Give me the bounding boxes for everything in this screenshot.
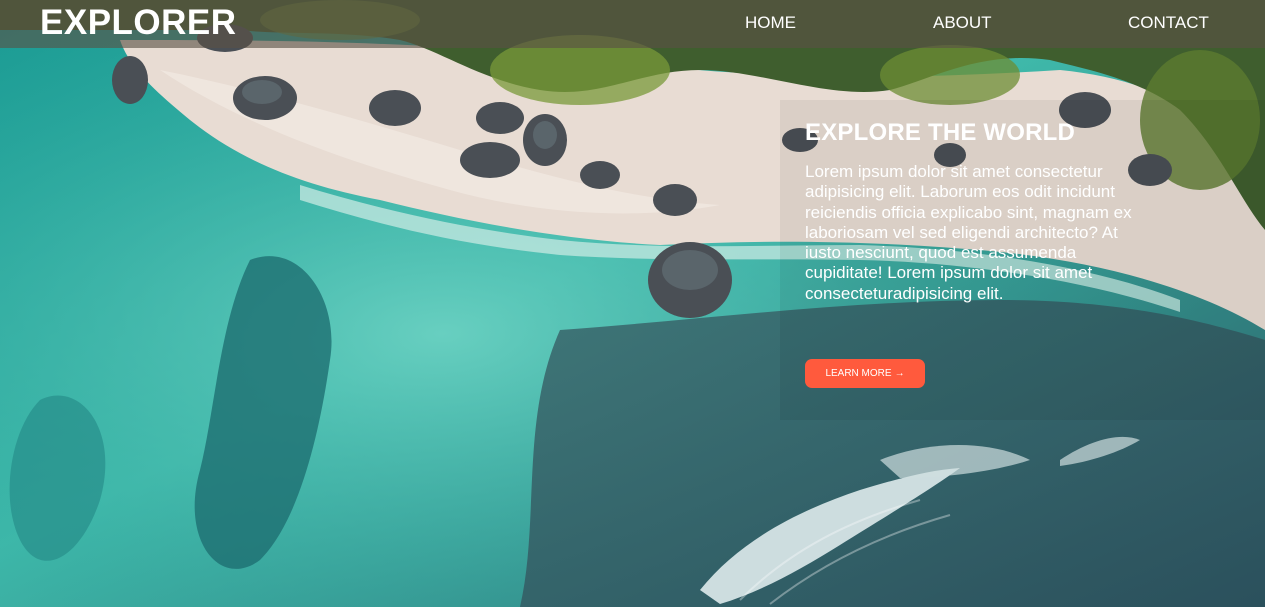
- learn-more-button[interactable]: LEARN MORE →: [805, 359, 925, 388]
- learn-more-label: LEARN MORE: [825, 368, 892, 379]
- nav-link-home[interactable]: HOME: [745, 13, 796, 33]
- hero-description: Lorem ipsum dolor sit amet consectetur a…: [805, 162, 1132, 303]
- hero-section: EXPLORER HOME ABOUT CONTACT EXPLORE THE …: [0, 0, 1265, 607]
- arrow-right-icon: →: [894, 368, 905, 379]
- hero-title: EXPLORE THE WORLD: [805, 119, 1076, 146]
- hero-content: EXPLORE THE WORLD Lorem ipsum dolor sit …: [805, 118, 1140, 304]
- brand-logo[interactable]: EXPLORER: [40, 2, 237, 44]
- top-navbar: EXPLORER HOME ABOUT CONTACT: [0, 0, 1265, 48]
- nav-link-about[interactable]: ABOUT: [933, 13, 992, 33]
- nav-link-contact[interactable]: CONTACT: [1128, 13, 1209, 33]
